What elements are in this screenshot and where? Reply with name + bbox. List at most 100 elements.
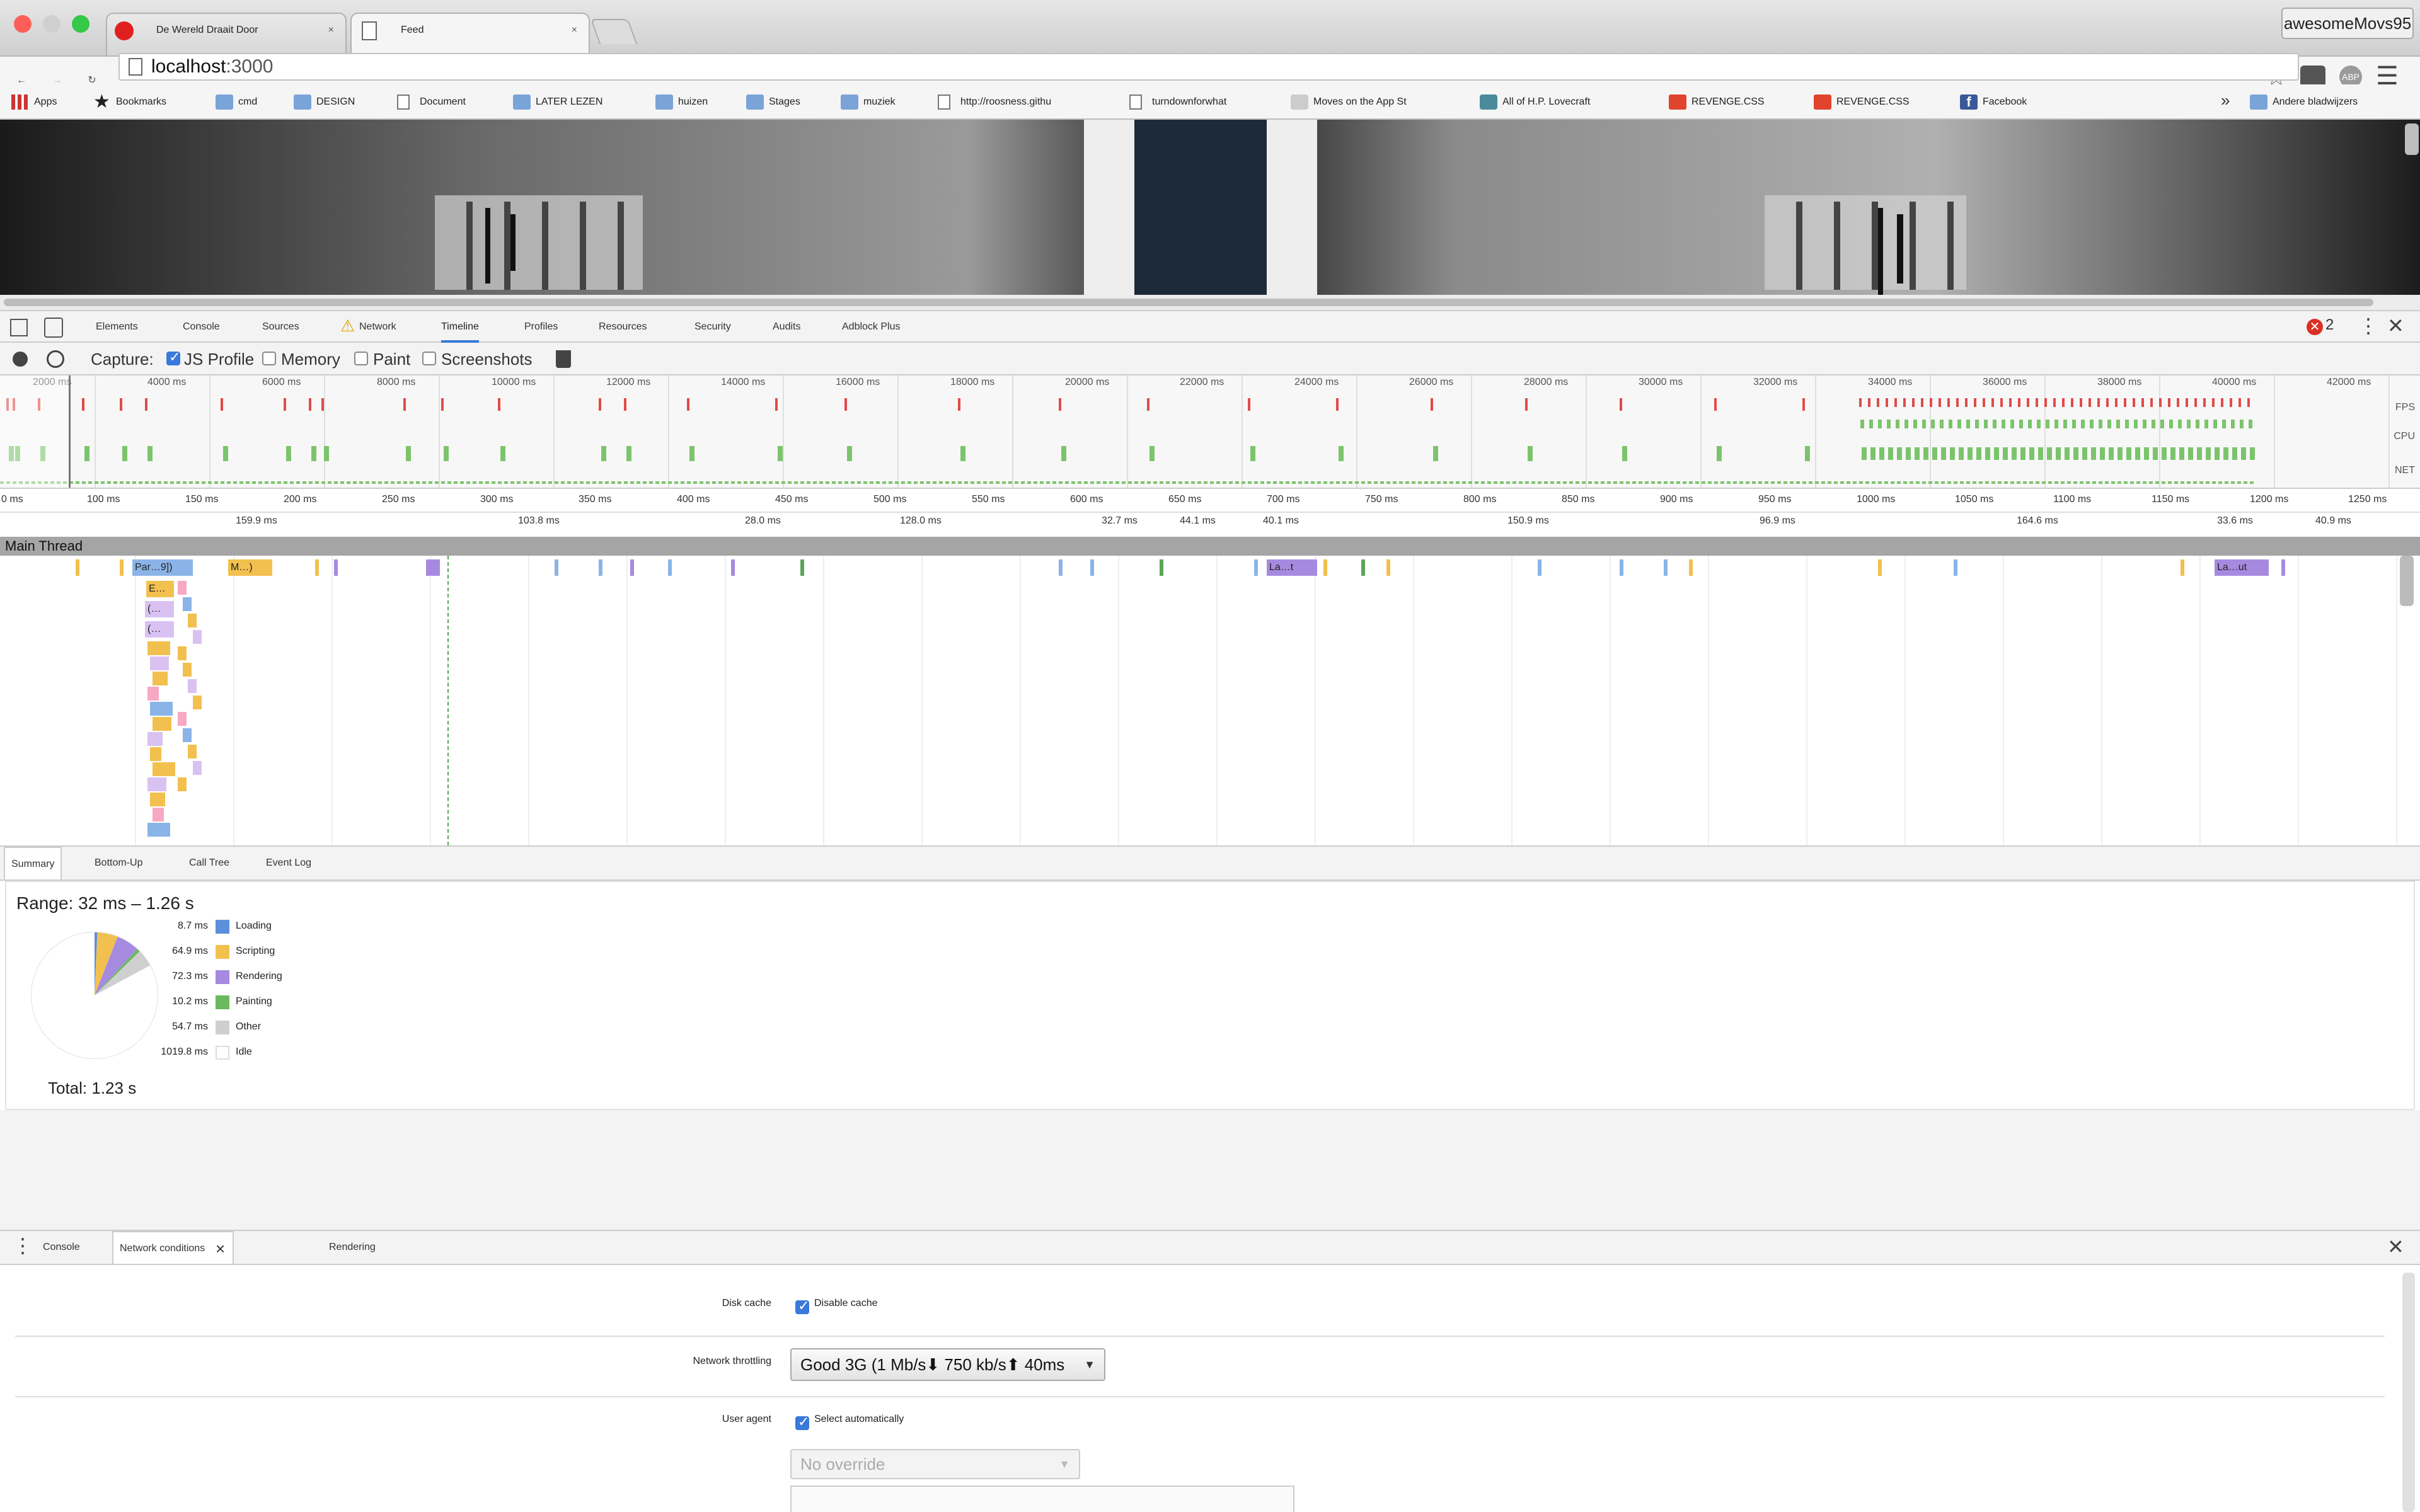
profile-button[interactable]: awesomeMovs95 [2281, 8, 2414, 39]
bookmark-turndownforwhat[interactable]: turndownforwhat [1127, 91, 1226, 113]
frame-duration-label[interactable]: 159.9 ms [236, 515, 277, 527]
disable-cache-checkbox[interactable] [795, 1298, 809, 1314]
devtools-tab-resources[interactable]: Resources [599, 311, 647, 343]
devtools-tab-network[interactable]: Network [359, 311, 396, 343]
flame-scrollbar[interactable] [2400, 556, 2414, 606]
devtools-menu-icon[interactable]: ⋮ [2358, 314, 2378, 338]
close-drawer-icon[interactable]: ✕ [2387, 1235, 2404, 1259]
error-count[interactable]: 2 [2325, 316, 2334, 334]
frame-duration-label[interactable]: 40.9 ms [2315, 515, 2351, 527]
drawer-tab-rendering[interactable]: Rendering [323, 1231, 382, 1264]
browser-tab-1[interactable]: De Wereld Draait Door × [106, 13, 347, 55]
new-tab-button[interactable] [590, 19, 638, 44]
overview-selection-window[interactable] [0, 375, 71, 488]
devtools-tab-console[interactable]: Console [183, 311, 220, 343]
page-vertical-scrollbar[interactable] [2405, 123, 2419, 155]
frame-duration-label[interactable]: 103.8 ms [518, 515, 560, 527]
close-devtools-icon[interactable]: ✕ [2387, 314, 2404, 338]
memory-checkbox[interactable] [262, 352, 276, 365]
page-info-icon[interactable] [129, 58, 142, 76]
bookmark-huizen[interactable]: huizen [653, 91, 708, 113]
bookmark-revenge-css-1[interactable]: REVENGE.CSS [1666, 91, 1765, 113]
browser-tab-2[interactable]: Feed × [350, 13, 590, 55]
disable-cache-label[interactable]: Disable cache [814, 1298, 878, 1309]
frame-duration-label[interactable]: 28.0 ms [745, 515, 781, 527]
bookmark-apps[interactable]: Apps [9, 91, 57, 113]
screenshots-label[interactable]: Screenshots [441, 348, 533, 370]
bookmark-other[interactable]: Andere bladwijzers [2247, 91, 2358, 113]
tab-bottom-up[interactable]: Bottom-Up [88, 847, 149, 879]
main-thread-header[interactable]: Main Thread [0, 537, 2420, 556]
paint-label[interactable]: Paint [373, 348, 410, 370]
js-profile-label[interactable]: JS Profile [184, 348, 254, 370]
error-icon[interactable]: ✕ [2307, 319, 2323, 335]
inspect-element-icon[interactable] [10, 319, 28, 336]
bookmark-document[interactable]: Document [395, 91, 466, 113]
bookmark-muziek[interactable]: muziek [838, 91, 896, 113]
trash-icon[interactable] [556, 350, 571, 368]
bookmarks-overflow-chevron[interactable]: » [2221, 91, 2230, 110]
devtools-tab-timeline[interactable]: Timeline [441, 311, 479, 343]
close-window-button[interactable] [14, 15, 32, 33]
devtools-tab-security[interactable]: Security [694, 311, 731, 343]
maximize-window-button[interactable] [72, 15, 89, 33]
record-icon[interactable] [13, 352, 28, 367]
custom-user-agent-input[interactable] [790, 1486, 1294, 1512]
clear-icon[interactable] [47, 350, 64, 368]
select-automatically-label[interactable]: Select automatically [814, 1414, 904, 1425]
fps-bar-mark [2046, 420, 2049, 428]
frame-duration-label[interactable]: 128.0 ms [900, 515, 942, 527]
address-bar[interactable]: localhost:3000 [118, 53, 2299, 81]
bookmark-bookmarks[interactable]: ★ Bookmarks [91, 91, 166, 113]
call-stack-frame [150, 747, 161, 761]
frame-duration-label[interactable]: 150.9 ms [1507, 515, 1549, 527]
devtools-tab-adblock[interactable]: Adblock Plus [842, 311, 901, 343]
bookmark-cmd[interactable]: cmd [213, 91, 257, 113]
tab-summary[interactable]: Summary [4, 847, 62, 879]
frame-duration-label[interactable]: 40.1 ms [1263, 515, 1299, 527]
dropped-frame-mark [1714, 398, 1717, 411]
devtools-tab-profiles[interactable]: Profiles [524, 311, 558, 343]
tab-event-log[interactable]: Event Log [260, 847, 318, 879]
frame-duration-label[interactable]: 33.6 ms [2217, 515, 2253, 527]
scrollbar-thumb[interactable] [4, 299, 2373, 306]
select-automatically-checkbox[interactable] [795, 1414, 809, 1430]
dwdd-favicon-icon [115, 21, 134, 40]
network-throttling-select[interactable]: Good 3G (1 Mb/s⬇ 750 kb/s⬆ 40ms [790, 1348, 1105, 1381]
device-mode-icon[interactable] [44, 318, 63, 338]
fps-bar-mark [2081, 420, 2085, 428]
js-profile-checkbox[interactable] [166, 349, 180, 365]
page-horizontal-scrollbar[interactable] [0, 295, 2420, 310]
devtools-tab-elements[interactable]: Elements [96, 311, 138, 343]
devtools-tab-sources[interactable]: Sources [262, 311, 299, 343]
bookmark-moves[interactable]: Moves on the App St [1288, 91, 1460, 113]
drawer-scrollbar[interactable] [2402, 1273, 2415, 1512]
memory-label[interactable]: Memory [281, 348, 340, 370]
timeline-overview[interactable]: 2000 ms 4000 ms 6000 ms 8000 ms 10000 ms 1200… [0, 375, 2420, 489]
tab-call-tree[interactable]: Call Tree [183, 847, 236, 879]
bookmark-lovecraft[interactable]: All of H.P. Lovecraft [1477, 91, 1652, 113]
drawer-tab-console[interactable]: Console [37, 1231, 86, 1264]
frame-duration-label[interactable]: 32.7 ms [1102, 515, 1138, 527]
drawer-menu-icon[interactable]: ⋮ [13, 1234, 33, 1257]
frame-duration-label[interactable]: 96.9 ms [1760, 515, 1795, 527]
drawer-tab-network-conditions[interactable]: Network conditions × [112, 1231, 234, 1264]
bookmark-stages[interactable]: Stages [744, 91, 800, 113]
flame-chart[interactable]: Par…9]) M…) E… (… (… La…t La…ut [0, 556, 2420, 845]
close-tab-icon[interactable]: × [572, 14, 577, 47]
bookmark-design[interactable]: DESIGN [291, 91, 355, 113]
minimize-window-button[interactable] [43, 15, 60, 33]
screenshots-checkbox[interactable] [422, 352, 436, 365]
bookmark-roosness[interactable]: http://roosness.githu [935, 91, 1107, 113]
bookmark-facebook[interactable]: f Facebook [1957, 91, 2027, 113]
frame-duration-label[interactable]: 164.6 ms [2017, 515, 2058, 527]
devtools-tab-audits[interactable]: Audits [773, 311, 800, 343]
paint-checkbox[interactable] [354, 352, 368, 365]
cpu-activity-mark [1932, 447, 1937, 460]
bookmark-later-lezen[interactable]: LATER LEZEN [510, 91, 602, 113]
close-tab-icon[interactable]: × [328, 14, 334, 47]
close-drawer-tab-icon[interactable]: × [216, 1232, 225, 1265]
frame-duration-label[interactable]: 44.1 ms [1180, 515, 1216, 527]
user-agent-select[interactable]: No override [790, 1449, 1080, 1479]
bookmark-revenge-css-2[interactable]: REVENGE.CSS [1811, 91, 1910, 113]
